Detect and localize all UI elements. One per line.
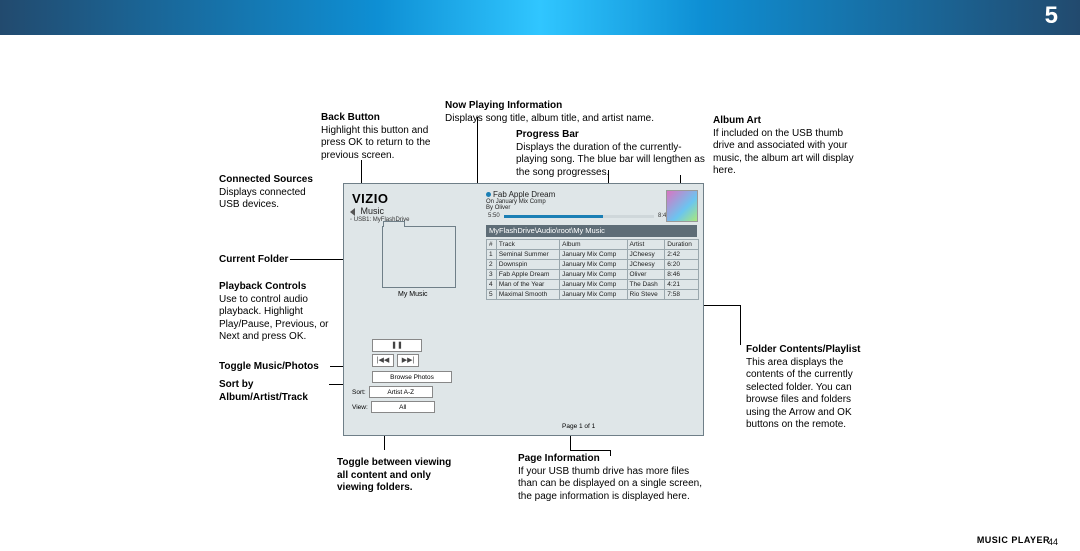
top-banner: 5 <box>0 0 1080 35</box>
progress-bar[interactable] <box>504 215 654 218</box>
callout-line <box>570 450 610 451</box>
next-button[interactable]: ▶▶| <box>397 354 419 367</box>
browse-photos-button[interactable]: Browse Photos <box>372 371 452 383</box>
page-info: Page 1 of 1 <box>562 423 595 430</box>
page-number: 44 <box>1048 537 1058 547</box>
time-elapsed: 5:50 <box>488 213 500 219</box>
ann-current-folder: Current Folder <box>219 254 329 267</box>
ann-back-button: Back Button Highlight this button and pr… <box>321 112 446 162</box>
callout-line <box>610 450 611 456</box>
ann-album-art: Album Art If included on the USB thumb d… <box>713 115 863 178</box>
table-row[interactable]: 3Fab Apple DreamJanuary Mix CompOliver8:… <box>487 270 699 280</box>
playback-controls: ❚❚ <box>372 339 422 352</box>
table-row[interactable]: 4Man of the YearJanuary Mix CompThe Dash… <box>487 280 699 290</box>
now-playing-info: Fab Apple Dream On January Mix Comp By O… <box>486 190 555 211</box>
chevron-left-icon <box>350 208 355 216</box>
ann-now-playing: Now Playing Information Displays song ti… <box>445 100 685 125</box>
play-pause-button[interactable]: ❚❚ <box>372 339 422 352</box>
table-header: #TrackAlbumArtistDuration <box>487 240 699 250</box>
chapter-number: 5 <box>1045 2 1058 30</box>
table-row[interactable]: 5Maximal SmoothJanuary Mix CompRio Steve… <box>487 290 699 300</box>
back-label: Music <box>361 206 385 216</box>
playback-controls-row2: |◀◀ ▶▶| <box>372 354 419 367</box>
album-art <box>666 190 698 222</box>
callout-line <box>740 305 741 345</box>
track-table: #TrackAlbumArtistDuration 1Seminal Summe… <box>486 239 699 300</box>
brand-logo: VIZIO <box>352 191 388 206</box>
play-indicator-icon <box>486 192 491 197</box>
view-label: View: <box>352 404 368 411</box>
ann-playback-controls: Playback Controls Use to control audio p… <box>219 281 339 344</box>
sort-label: Sort: <box>352 389 366 396</box>
music-player-panel: VIZIO Music ◦ USB1: MyFlashDrive Fab App… <box>343 183 704 436</box>
current-folder-icon[interactable] <box>382 226 456 288</box>
folder-breadcrumb: MyFlashDrive\Audio\root\My Music <box>486 225 697 237</box>
previous-button[interactable]: |◀◀ <box>372 354 394 367</box>
view-row: View: All <box>352 401 435 413</box>
view-select[interactable]: All <box>371 401 435 413</box>
current-folder-label: My Music <box>398 291 428 298</box>
ann-sort: Sort by Album/Artist/Track <box>219 379 339 404</box>
callout-line <box>477 117 478 187</box>
table-row[interactable]: 1Seminal SummerJanuary Mix CompJCheesy2:… <box>487 250 699 260</box>
footer-section-label: MUSIC PLAYER <box>977 535 1050 545</box>
sort-row: Sort: Artist A-Z <box>352 386 433 398</box>
ann-page-info: Page Information If your USB thumb drive… <box>518 453 708 503</box>
sort-select[interactable]: Artist A-Z <box>369 386 433 398</box>
ann-connected-sources: Connected Sources Displays connected USB… <box>219 174 329 212</box>
ann-toggle-music-photos: Toggle Music/Photos <box>219 361 339 374</box>
ann-toggle-view: Toggle between viewing all content and o… <box>337 457 462 495</box>
ann-progress-bar: Progress Bar Displays the duration of th… <box>516 129 706 179</box>
table-row[interactable]: 2DownspinJanuary Mix CompJCheesy6:20 <box>487 260 699 270</box>
ann-folder-contents: Folder Contents/Playlist This area displ… <box>746 344 871 432</box>
back-button[interactable]: Music <box>350 206 384 216</box>
